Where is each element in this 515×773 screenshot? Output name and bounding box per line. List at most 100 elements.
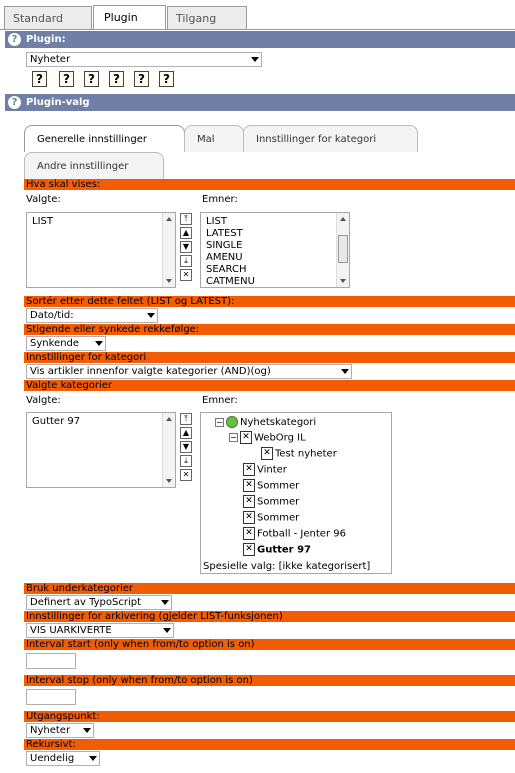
list-item[interactable]: LATEST	[201, 228, 349, 240]
tree-node[interactable]: ✕ Sommer	[243, 511, 299, 524]
tree-expand-icon[interactable]: −	[229, 433, 238, 442]
plugin-options-section-header: ? Plugin-valg	[5, 94, 515, 111]
move-up-icon[interactable]: ▲	[180, 427, 192, 439]
interval-start-header: Interval start (only when from/to option…	[24, 639, 515, 650]
scrollbar[interactable]	[162, 413, 175, 487]
list-item[interactable]: LIST	[201, 216, 349, 228]
tree-node[interactable]: ✕ Vinter	[243, 463, 287, 476]
plugin-section-title: Plugin:	[26, 34, 66, 45]
tree-node[interactable]: ✕ Gutter 97	[243, 543, 311, 556]
starting-point-select[interactable]: Nyheter	[26, 723, 94, 738]
tree-node[interactable]: ✕ Test nyheter	[261, 447, 337, 460]
tree-node[interactable]: ✕ Fotball - Jenter 96	[243, 527, 346, 540]
tree-node[interactable]: − ✕ WebOrg IL	[229, 431, 306, 444]
list-item[interactable]: SINGLE	[201, 240, 349, 252]
move-up-icon[interactable]: ▲	[180, 227, 192, 239]
move-down-icon[interactable]: ▼	[180, 441, 192, 453]
category-icon: ✕	[243, 495, 255, 508]
plugin-options-title: Plugin-valg	[26, 97, 90, 108]
what-items-list[interactable]: LIST LATEST SINGLE AMENU SEARCH CATMENU	[200, 212, 350, 288]
chevron-down-icon	[163, 628, 171, 633]
move-top-icon[interactable]: ⤒	[180, 413, 192, 425]
sort-order-select[interactable]: Synkende	[26, 336, 106, 351]
list-item[interactable]: CATMENU	[201, 276, 349, 288]
tree-node-root[interactable]: − Nyhetskategori	[215, 416, 316, 428]
subtab-template[interactable]: Mal	[184, 125, 244, 152]
list-item[interactable]: Gutter 97	[27, 416, 175, 428]
what-selected-label: Valgte:	[26, 194, 61, 205]
plugin-section-header: ? Plugin:	[5, 31, 515, 48]
list-item[interactable]: AMENU	[201, 252, 349, 264]
help-icon[interactable]: ?	[32, 71, 47, 87]
tree-node[interactable]: ✕ Sommer	[243, 479, 299, 492]
help-icon[interactable]: ?	[134, 71, 149, 87]
what-to-show-header: Hva skal vises:	[24, 179, 515, 190]
plugin-select[interactable]: Nyheter	[26, 52, 262, 67]
category-icon: ✕	[261, 447, 273, 460]
tab-standard[interactable]: Standard	[4, 6, 92, 29]
plugin-select-value: Nyheter	[30, 54, 71, 65]
category-icon: ✕	[243, 543, 255, 556]
category-tree[interactable]: − Nyhetskategori − ✕ WebOrg IL ✕ Test nyhete…	[200, 412, 392, 574]
what-items-label: Emner:	[202, 194, 238, 205]
chevron-down-icon	[95, 341, 103, 346]
move-bottom-icon[interactable]: ⤓	[180, 255, 192, 267]
category-icon: ✕	[243, 511, 255, 524]
starting-point-value: Nyheter	[30, 725, 71, 736]
chevron-down-icon	[83, 728, 91, 733]
recursive-select[interactable]: Uendelig	[26, 751, 100, 766]
subcategories-select[interactable]: Definert av TypoScript	[26, 595, 172, 610]
sort-order-header: Stigende eller synkede rekkefølge:	[24, 324, 515, 335]
help-icon[interactable]: ?	[8, 33, 21, 46]
tab-tilgang[interactable]: Tilgang	[167, 6, 247, 29]
chevron-down-icon	[251, 57, 259, 62]
subcategories-value: Definert av TypoScript	[30, 597, 142, 608]
sort-field-select[interactable]: Dato/tid:	[26, 308, 158, 323]
special-choices[interactable]: Spesielle valg: [ikke kategorisert]	[203, 561, 370, 572]
what-selected-list[interactable]: LIST	[26, 212, 176, 288]
archive-select[interactable]: VIS UARKIVERTE	[26, 623, 174, 638]
subtab-other-settings[interactable]: Andre innstillinger	[24, 152, 164, 179]
chevron-down-icon	[161, 600, 169, 605]
chevron-down-icon	[89, 756, 97, 761]
sort-field-header: Sortér etter dette feltet (LIST og LATES…	[24, 296, 515, 307]
list-item[interactable]: LIST	[27, 216, 175, 228]
help-icon[interactable]: ?	[159, 71, 174, 87]
move-bottom-icon[interactable]: ⤓	[180, 455, 192, 467]
recursive-value: Uendelig	[30, 753, 75, 764]
archive-header: Innstillinger for arkivering (gjelder LI…	[24, 611, 515, 622]
category-settings-select[interactable]: Vis artikler innenfor valgte kategorier …	[26, 364, 352, 379]
scrollbar[interactable]	[336, 213, 349, 287]
tree-node[interactable]: ✕ Sommer	[243, 495, 299, 508]
list-item[interactable]: SEARCH	[201, 264, 349, 276]
tab-underline	[0, 29, 515, 30]
tree-expand-icon[interactable]: −	[215, 417, 224, 427]
interval-stop-input[interactable]	[26, 689, 76, 705]
category-icon: ✕	[243, 479, 255, 492]
tab-plugin[interactable]: Plugin	[93, 5, 166, 30]
move-top-icon[interactable]: ⤒	[180, 213, 192, 225]
archive-value: VIS UARKIVERTE	[30, 625, 112, 636]
interval-stop-header: Interval stop (only when from/to option …	[24, 675, 515, 686]
chevron-down-icon	[341, 369, 349, 374]
subtab-general-settings[interactable]: Generelle innstillinger	[24, 125, 185, 152]
category-icon: ✕	[243, 463, 255, 476]
scrollbar[interactable]	[162, 213, 175, 287]
help-icon[interactable]: ?	[109, 71, 124, 87]
category-settings-header: Innstillinger for kategori	[24, 352, 515, 363]
help-icon[interactable]: ?	[8, 96, 21, 109]
help-icon[interactable]: ?	[59, 71, 74, 87]
recursive-header: Rekursivt:	[24, 739, 515, 750]
move-down-icon[interactable]: ▼	[180, 241, 192, 253]
interval-start-input[interactable]	[26, 653, 76, 669]
categories-selected-list[interactable]: Gutter 97	[26, 412, 176, 488]
globe-icon	[226, 416, 238, 428]
sort-field-value: Dato/tid:	[30, 310, 74, 321]
help-icon[interactable]: ?	[84, 71, 99, 87]
remove-icon[interactable]: ✕	[180, 269, 192, 281]
subtab-category-settings[interactable]: Innstillinger for kategori	[243, 125, 418, 152]
remove-icon[interactable]: ✕	[180, 469, 192, 481]
category-icon: ✕	[240, 431, 252, 444]
categories-selected-label: Valgte:	[26, 395, 61, 406]
chevron-down-icon	[147, 313, 155, 318]
